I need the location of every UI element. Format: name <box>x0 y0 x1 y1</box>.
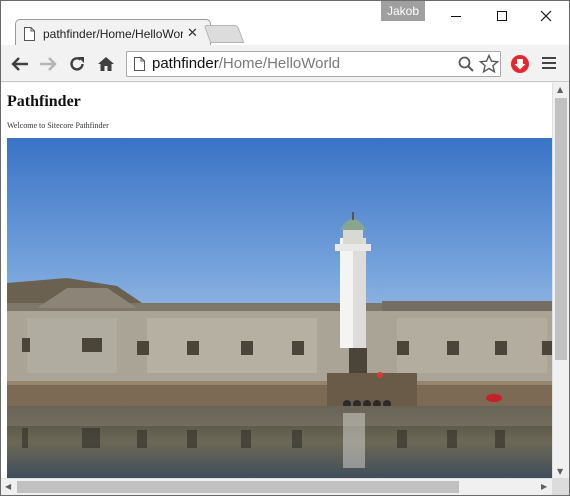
home-icon <box>98 57 114 71</box>
url-text[interactable]: pathfinder/Home/HelloWorld <box>152 55 340 72</box>
vertical-scrollbar[interactable]: ▲ ▼ <box>552 83 569 478</box>
browser-window: Jakob pathfinder/Home/HelloWorld ✕ pathf… <box>0 0 570 496</box>
page-icon <box>24 27 35 41</box>
vertical-scroll-thumb[interactable] <box>555 98 567 360</box>
url-host: pathfinder <box>152 55 219 72</box>
horizontal-scroll-thumb[interactable] <box>17 481 459 493</box>
scroll-down-icon[interactable]: ▼ <box>557 467 563 476</box>
toolbar: pathfinder/Home/HelloWorld <box>1 45 569 82</box>
search-icon[interactable] <box>458 56 474 72</box>
menu-icon[interactable] <box>542 55 558 71</box>
scroll-right-icon[interactable]: ▶ <box>541 482 547 491</box>
scroll-up-icon[interactable]: ▲ <box>557 85 563 94</box>
scrollbar-corner <box>552 478 569 495</box>
profile-badge[interactable]: Jakob <box>381 1 425 21</box>
close-window-button[interactable] <box>523 1 569 31</box>
new-tab-button[interactable] <box>203 25 245 43</box>
back-arrow-icon <box>11 57 28 71</box>
page-subtitle: Welcome to Sitecore Pathfinder <box>7 121 109 130</box>
back-button[interactable] <box>9 53 31 75</box>
extension-icon[interactable] <box>510 54 530 74</box>
minimize-button[interactable] <box>433 1 479 31</box>
maximize-icon <box>497 11 507 21</box>
forward-button[interactable] <box>37 53 59 75</box>
maximize-button[interactable] <box>479 1 525 31</box>
hero-image <box>7 138 552 478</box>
tab-title: pathfinder/Home/HelloWorld <box>43 27 183 41</box>
tab-close-icon[interactable]: ✕ <box>187 26 198 42</box>
page-info-icon[interactable] <box>134 57 145 71</box>
close-icon <box>540 10 552 22</box>
address-bar[interactable]: pathfinder/Home/HelloWorld <box>126 51 501 77</box>
minimize-icon <box>451 15 461 17</box>
scroll-left-icon[interactable]: ◀ <box>5 482 11 491</box>
page-heading: Pathfinder <box>7 93 81 110</box>
reload-button[interactable] <box>66 53 88 75</box>
title-bar: Jakob pathfinder/Home/HelloWorld ✕ <box>1 1 569 46</box>
tab-active[interactable]: pathfinder/Home/HelloWorld ✕ <box>15 19 211 46</box>
star-icon[interactable] <box>479 54 499 74</box>
home-button[interactable] <box>95 53 117 75</box>
page-viewport: Pathfinder Welcome to Sitecore Pathfinde… <box>1 83 552 478</box>
url-path: /Home/HelloWorld <box>218 55 341 72</box>
reload-icon <box>70 57 84 71</box>
horizontal-scrollbar[interactable]: ◀ ▶ <box>1 478 552 495</box>
forward-arrow-icon <box>40 57 57 71</box>
